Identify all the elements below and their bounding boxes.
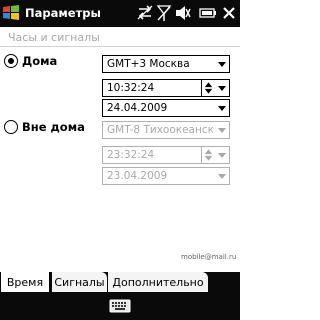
sync-icon[interactable] xyxy=(136,4,154,22)
tab-time[interactable]: Время xyxy=(1,272,50,292)
away-time-value: 23:32:24 xyxy=(107,149,155,161)
volume-icon[interactable] xyxy=(175,4,191,22)
chevron-down-icon[interactable] xyxy=(215,56,229,72)
away-time-field: 23:32:24 xyxy=(102,146,230,164)
tab-signals[interactable]: Сигналы xyxy=(52,272,107,292)
page-subtitle: Часы и сигналы xyxy=(8,31,100,44)
away-timezone-select: GMT-8 Тихоокеанское xyxy=(102,121,230,139)
watermark-text: mobile@mail.ru xyxy=(181,253,237,261)
chevron-down-icon[interactable] xyxy=(215,80,229,96)
away-radio[interactable] xyxy=(4,120,18,134)
signal-icon[interactable] xyxy=(156,4,172,22)
away-timezone-value: GMT-8 Тихоокеанское xyxy=(107,124,213,136)
close-icon[interactable] xyxy=(221,4,237,22)
divider xyxy=(0,46,240,47)
title-bar: Параметры xyxy=(0,0,240,27)
home-time-value: 10:32:24 xyxy=(107,82,155,94)
away-date-value: 23.04.2009 xyxy=(107,170,168,182)
keyboard-icon[interactable] xyxy=(109,297,131,315)
chevron-down-icon xyxy=(218,153,226,158)
home-timezone-value: GMT+3 Москва xyxy=(107,58,190,70)
away-date-select: 23.04.2009 xyxy=(102,167,230,185)
tab-advanced[interactable]: Дополнительно xyxy=(108,272,208,292)
chevron-down-icon xyxy=(218,128,226,133)
windows-start-icon[interactable] xyxy=(2,4,20,22)
radio-selected-dot xyxy=(7,57,14,64)
window-title: Параметры xyxy=(25,6,101,20)
battery-icon[interactable] xyxy=(199,4,217,22)
away-label[interactable]: Вне дома xyxy=(22,120,85,134)
spin-up-down-icon[interactable] xyxy=(201,80,215,96)
chevron-down-icon xyxy=(218,174,226,179)
home-radio[interactable] xyxy=(4,54,18,68)
home-time-field[interactable]: 10:32:24 xyxy=(102,79,230,97)
spin-up-down-icon xyxy=(201,147,213,163)
home-timezone-select[interactable]: GMT+3 Москва xyxy=(102,55,230,73)
home-date-value: 24.04.2009 xyxy=(107,102,168,114)
home-label[interactable]: Дома xyxy=(22,54,57,68)
home-date-select[interactable]: 24.04.2009 xyxy=(102,99,230,117)
chevron-down-icon[interactable] xyxy=(215,100,229,116)
